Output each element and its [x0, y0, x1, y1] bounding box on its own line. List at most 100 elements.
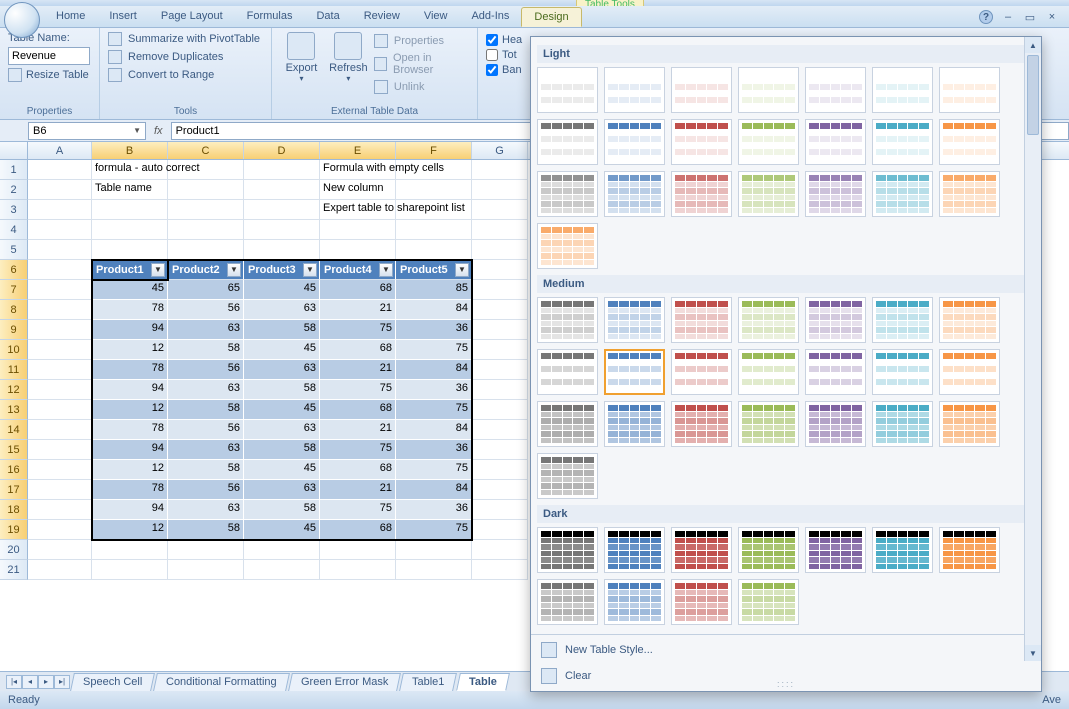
cell[interactable] — [320, 240, 396, 260]
table-cell[interactable]: 94 — [92, 380, 168, 400]
table-cell[interactable]: 58 — [244, 380, 320, 400]
table-style-swatch[interactable] — [537, 579, 598, 625]
cell[interactable] — [396, 220, 472, 240]
cell[interactable] — [472, 380, 528, 400]
col-header-D[interactable]: D — [244, 142, 320, 159]
cell[interactable] — [472, 260, 528, 280]
table-cell[interactable]: 75 — [396, 520, 472, 540]
table-style-swatch[interactable] — [939, 67, 1000, 113]
table-cell[interactable]: 63 — [244, 300, 320, 320]
table-cell[interactable]: 12 — [92, 520, 168, 540]
table-cell[interactable]: 84 — [396, 420, 472, 440]
cell[interactable] — [168, 540, 244, 560]
cell[interactable] — [472, 320, 528, 340]
table-cell[interactable]: 56 — [168, 300, 244, 320]
cell[interactable]: New column — [320, 180, 396, 200]
table-cell[interactable]: 12 — [92, 400, 168, 420]
cell[interactable] — [472, 240, 528, 260]
table-cell[interactable]: 21 — [320, 480, 396, 500]
cell[interactable] — [168, 560, 244, 580]
row-header[interactable]: 18 — [0, 500, 28, 520]
cell[interactable] — [472, 420, 528, 440]
ribbon-tab-data[interactable]: Data — [304, 7, 351, 27]
table-style-swatch[interactable] — [604, 119, 665, 165]
col-header-F[interactable]: F — [396, 142, 472, 159]
table-cell[interactable]: 63 — [244, 360, 320, 380]
table-cell[interactable]: 75 — [320, 320, 396, 340]
table-cell[interactable]: 63 — [168, 380, 244, 400]
resize-table-button[interactable]: Resize Table — [8, 68, 91, 82]
external-unlink[interactable]: Unlink — [374, 80, 469, 94]
table-style-swatch[interactable] — [537, 171, 598, 217]
table-style-swatch[interactable] — [805, 297, 866, 343]
cell[interactable] — [244, 160, 320, 180]
cell[interactable] — [472, 440, 528, 460]
table-cell[interactable]: 58 — [244, 320, 320, 340]
table-cell[interactable]: 58 — [168, 340, 244, 360]
table-style-swatch[interactable] — [671, 171, 732, 217]
table-style-swatch[interactable] — [537, 349, 598, 395]
table-style-swatch[interactable] — [805, 171, 866, 217]
table-cell[interactable]: 58 — [168, 400, 244, 420]
row-header[interactable]: 17 — [0, 480, 28, 500]
row-header[interactable]: 4 — [0, 220, 28, 240]
table-cell[interactable]: 63 — [168, 500, 244, 520]
table-cell[interactable]: 45 — [92, 280, 168, 300]
row-header[interactable]: 10 — [0, 340, 28, 360]
table-style-swatch[interactable] — [939, 297, 1000, 343]
table-style-swatch[interactable] — [537, 453, 598, 499]
cell[interactable] — [472, 500, 528, 520]
row-header[interactable]: 20 — [0, 540, 28, 560]
row-header[interactable]: 2 — [0, 180, 28, 200]
table-style-swatch[interactable] — [805, 119, 866, 165]
table-style-swatch[interactable] — [939, 119, 1000, 165]
cell[interactable] — [472, 280, 528, 300]
table-cell[interactable]: 36 — [396, 320, 472, 340]
table-style-swatch[interactable] — [537, 297, 598, 343]
table-cell[interactable]: 68 — [320, 280, 396, 300]
cell[interactable] — [472, 340, 528, 360]
sheet-tab-table[interactable]: Table — [456, 673, 510, 691]
table-cell[interactable]: 56 — [168, 360, 244, 380]
cell[interactable] — [28, 360, 92, 380]
table-style-swatch[interactable] — [671, 579, 732, 625]
row-header[interactable]: 5 — [0, 240, 28, 260]
table-cell[interactable]: 63 — [244, 480, 320, 500]
cell[interactable] — [472, 400, 528, 420]
cell[interactable] — [28, 380, 92, 400]
filter-dropdown-icon[interactable]: ▼ — [379, 263, 393, 277]
table-cell[interactable]: 75 — [320, 440, 396, 460]
restore-window-icon[interactable]: ▭ — [1023, 10, 1037, 24]
table-cell[interactable]: 56 — [168, 480, 244, 500]
cell[interactable] — [396, 560, 472, 580]
col-header-G[interactable]: G — [472, 142, 528, 159]
table-cell[interactable]: 68 — [320, 340, 396, 360]
external-properties[interactable]: Properties — [374, 34, 469, 48]
table-cell[interactable]: 85 — [396, 280, 472, 300]
table-cell[interactable]: 94 — [92, 500, 168, 520]
table-style-swatch[interactable] — [805, 67, 866, 113]
header-row-checkbox[interactable]: Hea — [486, 34, 520, 46]
table-style-swatch[interactable] — [604, 297, 665, 343]
table-style-swatch[interactable] — [604, 527, 665, 573]
table-style-swatch[interactable] — [604, 579, 665, 625]
table-style-swatch[interactable] — [872, 297, 933, 343]
table-cell[interactable]: 75 — [396, 340, 472, 360]
cell[interactable] — [28, 560, 92, 580]
tab-nav-next[interactable]: ▸ — [38, 675, 54, 689]
cell[interactable]: Table name — [92, 180, 168, 200]
tab-nav-first[interactable]: |◂ — [6, 675, 22, 689]
row-header[interactable]: 9 — [0, 320, 28, 340]
gallery-scrollbar[interactable]: ▲ ▼ — [1024, 37, 1041, 661]
cell[interactable] — [168, 240, 244, 260]
filter-dropdown-icon[interactable]: ▼ — [151, 263, 165, 277]
cell[interactable] — [28, 400, 92, 420]
tab-nav-last[interactable]: ▸| — [54, 675, 70, 689]
cell[interactable] — [472, 480, 528, 500]
table-header[interactable]: Product4▼ — [320, 260, 396, 280]
table-cell[interactable]: 75 — [320, 500, 396, 520]
row-header[interactable]: 21 — [0, 560, 28, 580]
table-cell[interactable]: 84 — [396, 360, 472, 380]
cell[interactable] — [28, 240, 92, 260]
table-name-input[interactable] — [8, 47, 90, 65]
